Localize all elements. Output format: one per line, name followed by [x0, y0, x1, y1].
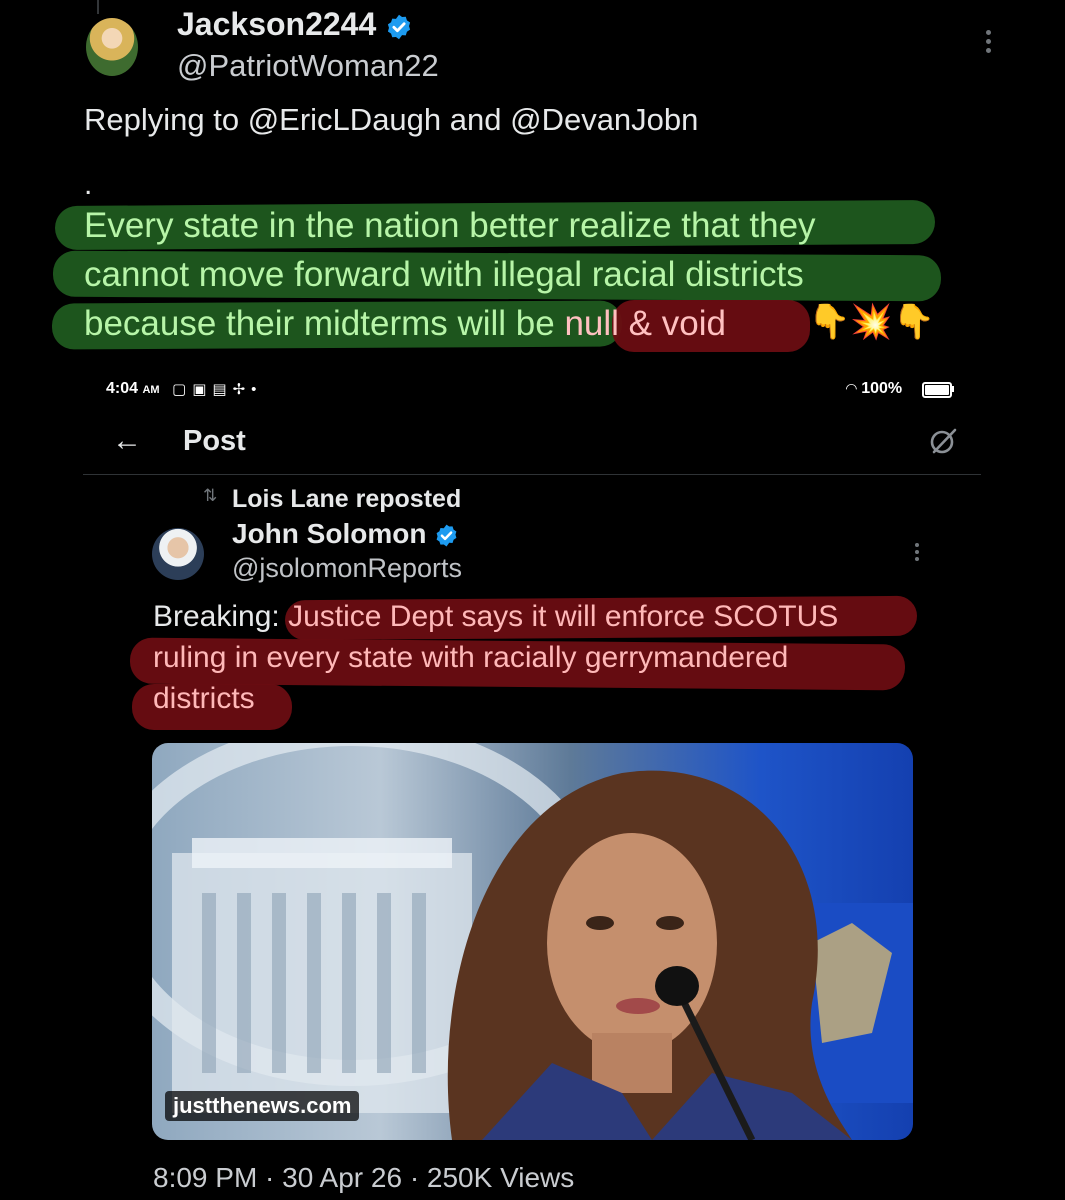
fan-icon: ✢: [232, 381, 252, 398]
author-handle[interactable]: @PatriotWoman22: [177, 48, 439, 84]
avatar[interactable]: [86, 18, 138, 76]
repost-icon: ⇅: [203, 486, 218, 505]
status-time-ampm: AM: [142, 384, 160, 396]
author-name[interactable]: John Solomon: [232, 518, 459, 550]
thread-connector-line: [97, 0, 99, 14]
battery-tip: [951, 386, 954, 392]
verified-badge-icon: [436, 524, 457, 547]
app-icon: ▤: [212, 381, 233, 398]
author-handle[interactable]: @jsolomonReports: [232, 553, 462, 584]
battery-percentage: 100%: [861, 380, 903, 397]
wifi-icon: ◠: [846, 380, 857, 396]
inner-tweet-text-line: ruling in every state with racially gerr…: [153, 641, 789, 674]
dot-icon: •: [251, 381, 263, 398]
back-arrow-icon[interactable]: ←: [112, 426, 146, 458]
tweet-timestamp[interactable]: 8:09 PM · 30 Apr 26 · 250K Views: [153, 1162, 574, 1194]
status-bar-time: 4:04 AM: [106, 380, 160, 398]
status-time-value: 4:04: [106, 380, 139, 397]
news-photo-illustration: [152, 743, 913, 1140]
square-icon: ▢: [172, 381, 193, 398]
battery-icon: [922, 382, 952, 398]
tweet-text-line: because their midterms will be null & vo…: [84, 304, 726, 344]
avatar[interactable]: [152, 528, 204, 580]
grok-icon[interactable]: [928, 426, 958, 456]
breaking-prefix: Breaking:: [153, 600, 280, 633]
more-options-icon[interactable]: [978, 26, 998, 62]
emoji-group: 👇💥👇: [808, 303, 936, 341]
dot-line: .: [84, 168, 93, 201]
author-name[interactable]: Jackson2244: [177, 6, 413, 43]
repost-label[interactable]: Lois Lane reposted: [232, 485, 461, 514]
inner-tweet-text-line: districts: [153, 682, 255, 715]
tweet-text-line: Every state in the nation better realize…: [84, 206, 816, 245]
inner-tweet-text-line: Breaking: Justice Dept says it will enfo…: [153, 600, 838, 634]
page-title: Post: [183, 425, 246, 457]
more-options-icon[interactable]: [910, 540, 924, 564]
author-name-text[interactable]: Jackson2244: [177, 6, 376, 42]
highlighted-phrase: null & void: [564, 304, 726, 343]
replying-to-line[interactable]: Replying to @EricLDaugh and @DevanJobn: [84, 102, 698, 138]
status-bar-notification-icons: ▢▣▤✢•: [172, 380, 262, 398]
header-divider: [83, 474, 981, 475]
author-name-text[interactable]: John Solomon: [232, 518, 426, 549]
tweet-text-line: cannot move forward with illegal racial …: [84, 255, 804, 294]
calendar-icon: ▣: [192, 381, 213, 398]
verified-badge-icon: [388, 14, 411, 39]
image-source-label: justthenews.com: [165, 1091, 360, 1121]
news-photo[interactable]: [152, 743, 913, 1140]
inner-tweet-text-segment: Justice Dept says it will enforce SCOTUS: [279, 600, 839, 633]
tweet-text-segment: because their midterms will be: [84, 304, 565, 343]
status-bar-right: ◠ 100%: [846, 380, 902, 398]
